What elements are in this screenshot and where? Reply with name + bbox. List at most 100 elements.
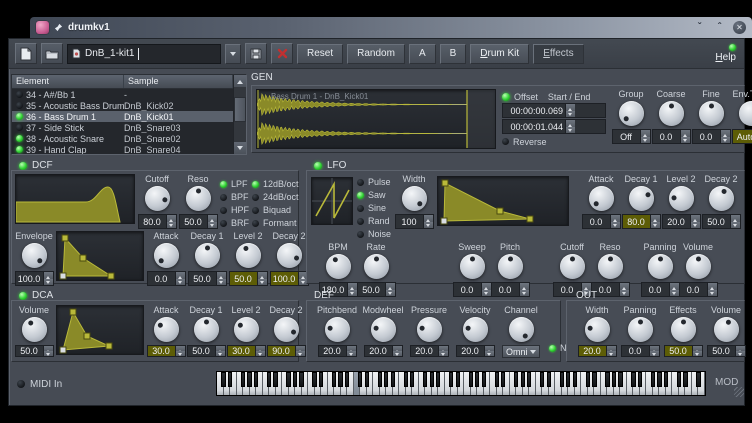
offset-led[interactable]: [502, 93, 510, 101]
piano-key-black[interactable]: [456, 372, 460, 387]
lfo-bpm-knob[interactable]: [326, 254, 351, 279]
list-item[interactable]: 38 - Acoustic Snare DnB_Snare02: [12, 133, 233, 144]
save-preset-button[interactable]: [245, 43, 267, 64]
piano-key-black[interactable]: [410, 372, 414, 387]
scroll-thumb[interactable]: [234, 97, 246, 122]
lfo-level2-knob[interactable]: [669, 186, 694, 211]
element-list-header[interactable]: Element Sample: [12, 75, 233, 89]
radio-pulse[interactable]: Pulse: [357, 176, 391, 188]
piano-key-black[interactable]: [254, 372, 258, 387]
lfo-level2-spinbox[interactable]: 20.0: [662, 214, 701, 229]
pressure-knob[interactable]: [417, 317, 442, 342]
cutoff-spinbox[interactable]: 80.0: [138, 214, 177, 229]
dcf-envelope-knob[interactable]: [22, 243, 47, 268]
column-sample[interactable]: Sample: [124, 75, 233, 88]
radio-brf[interactable]: BRF: [220, 217, 249, 229]
out-effects-knob[interactable]: [671, 317, 696, 342]
preset-dropdown-button[interactable]: [225, 44, 241, 64]
piano-key-black[interactable]: [527, 372, 531, 387]
lfo-volume-spinbox[interactable]: 0.0: [679, 282, 718, 297]
piano-key-black[interactable]: [338, 372, 342, 387]
piano-key-black[interactable]: [299, 372, 303, 387]
piano-key-black[interactable]: [430, 372, 434, 387]
dca-led[interactable]: [19, 292, 27, 300]
dcf-attack-spinbox[interactable]: 0.0: [147, 271, 186, 286]
list-item[interactable]: 39 - Hand Clap DnB_Snare04: [12, 144, 233, 154]
piano-key-black[interactable]: [345, 372, 349, 387]
spin-buttons[interactable]: [565, 104, 575, 117]
pressure-spinbox[interactable]: 20.0: [410, 345, 449, 357]
out-panning-knob[interactable]: [628, 317, 653, 342]
lfo-width-knob[interactable]: [402, 186, 427, 211]
piano-key-black[interactable]: [267, 372, 271, 387]
piano-key-black[interactable]: [358, 372, 362, 387]
dcf-decay1-knob[interactable]: [195, 243, 220, 268]
lfo-cutoff-knob[interactable]: [560, 254, 585, 279]
dca-decay1-spinbox[interactable]: 50.0: [187, 345, 226, 357]
piano-key-black[interactable]: [391, 372, 395, 387]
lfo-sweep-knob[interactable]: [460, 254, 485, 279]
lfo-volume-knob[interactable]: [686, 254, 711, 279]
velocity-knob[interactable]: [463, 317, 488, 342]
coarse-spinbox[interactable]: 0.0: [652, 129, 691, 144]
piano-key-black[interactable]: [605, 372, 609, 387]
dca-decay2-spinbox[interactable]: 90.0: [267, 345, 306, 357]
dcf-decay2-knob[interactable]: [277, 243, 302, 268]
piano-key-black[interactable]: [293, 372, 297, 387]
piano-key-black[interactable]: [566, 372, 570, 387]
dcf-envelope-spinbox[interactable]: 100.0: [15, 271, 54, 286]
reso-spinbox[interactable]: 50.0: [179, 214, 218, 229]
piano-key-black[interactable]: [319, 372, 323, 387]
open-preset-button[interactable]: [41, 43, 63, 64]
radio-rand[interactable]: Rand: [357, 215, 391, 227]
dcf-envelope-graph[interactable]: [56, 231, 144, 281]
lfo-decay1-knob[interactable]: [629, 186, 654, 211]
piano-key-black[interactable]: [521, 372, 525, 387]
radio-hpf[interactable]: HPF: [220, 204, 249, 216]
piano-key-black[interactable]: [247, 372, 251, 387]
fine-spinbox[interactable]: 0.0: [692, 129, 731, 144]
piano-key-black[interactable]: [683, 372, 687, 387]
piano-key-black[interactable]: [638, 372, 642, 387]
dcf-level2-knob[interactable]: [236, 243, 261, 268]
piano-key-black[interactable]: [482, 372, 486, 387]
offset-start-spinbox[interactable]: 00:00:00.069: [502, 103, 606, 118]
piano-key-black[interactable]: [592, 372, 596, 387]
piano-key-black[interactable]: [449, 372, 453, 387]
column-element[interactable]: Element: [12, 75, 124, 88]
envtime-knob[interactable]: [739, 101, 752, 126]
piano-key-black[interactable]: [664, 372, 668, 387]
list-scrollbar[interactable]: [233, 75, 246, 154]
piano-key-black[interactable]: [228, 372, 232, 387]
piano-keyboard[interactable]: [216, 371, 706, 396]
dca-volume-knob[interactable]: [22, 317, 47, 342]
channel-knob[interactable]: [509, 317, 534, 342]
tab-drum-kit[interactable]: Drum Kit: [470, 44, 529, 64]
radio-biquad[interactable]: Biquad: [252, 204, 299, 216]
radio-formant[interactable]: Formant: [252, 217, 299, 229]
scroll-track[interactable]: [234, 87, 246, 142]
close-icon[interactable]: ✕: [733, 21, 746, 34]
dcf-attack-knob[interactable]: [154, 243, 179, 268]
delete-preset-button[interactable]: [271, 43, 293, 64]
dca-decay1-knob[interactable]: [194, 317, 219, 342]
envtime-spinbox[interactable]: Auto: [732, 129, 752, 144]
scroll-up-icon[interactable]: [234, 75, 246, 87]
out-width-knob[interactable]: [585, 317, 610, 342]
lfo-decay1-spinbox[interactable]: 80.0: [622, 214, 661, 229]
filter-response-graph[interactable]: [15, 174, 135, 224]
piano-key-black[interactable]: [677, 372, 681, 387]
radio-bpf[interactable]: BPF: [220, 191, 249, 203]
piano-key-black[interactable]: [657, 372, 661, 387]
titlebar[interactable]: drumkv1 ˇ ˆ ✕: [30, 17, 752, 38]
group-spinbox[interactable]: Off: [612, 129, 651, 144]
lfo-reso-knob[interactable]: [598, 254, 623, 279]
piano-key-black[interactable]: [221, 372, 225, 387]
piano-key-black[interactable]: [586, 372, 590, 387]
list-item-selected[interactable]: 36 - Bass Drum 1 DnB_Kick01: [12, 111, 233, 122]
piano-key-black[interactable]: [286, 372, 290, 387]
piano-key-black[interactable]: [560, 372, 564, 387]
lfo-decay2-spinbox[interactable]: 50.0: [702, 214, 741, 229]
velocity-spinbox[interactable]: 20.0: [456, 345, 495, 357]
radio-saw[interactable]: Saw: [357, 189, 391, 201]
